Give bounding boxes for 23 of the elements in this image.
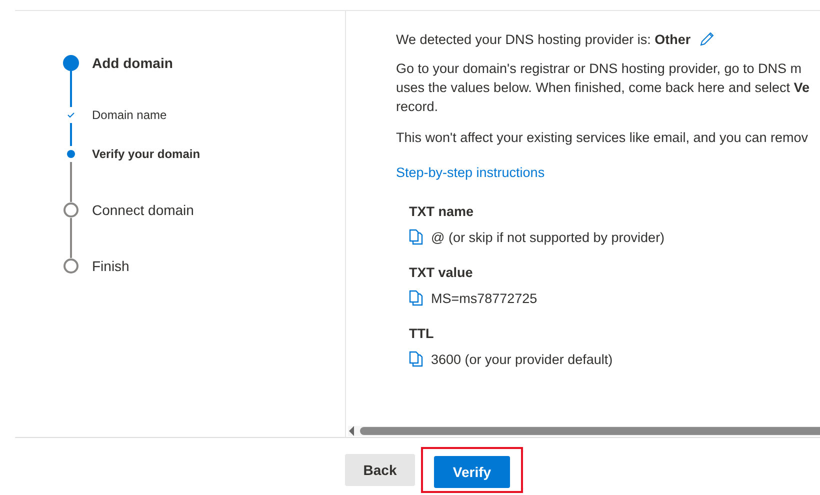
instructions-link[interactable]: Step-by-step instructions [396,165,545,180]
record-value: 3600 (or your provider default) [431,352,613,366]
provider-text: We detected your DNS hosting provider is: Other [396,32,691,46]
horizontal-scrollbar[interactable] [348,426,820,436]
edit-icon[interactable] [698,31,715,47]
step-label: Finish [92,258,130,274]
record-value: @ (or skip if not supported by provider) [431,230,665,244]
instructions-text: Go to your domain's registrar or DNS hosting provider, go to DNS m uses the values below. When finished, come back here and select Ve record. [396,60,811,116]
action-button[interactable]: Verify [434,456,510,488]
record-label: TTL [409,326,435,341]
step-label: Verify your domain [92,147,200,161]
record-value: MS=ms78772725 [431,290,538,306]
record-label: TXT name [409,204,475,219]
record-label: TXT value [409,265,474,280]
copy-icon[interactable] [409,290,423,306]
note-text: This won't affect your existing services like email, and you can remov [396,129,810,147]
step-label: Connect domain [92,202,194,218]
step-label: Add domain [92,55,173,71]
copy-icon[interactable] [409,351,423,367]
copy-icon[interactable] [409,229,423,245]
scroll-left-icon[interactable] [348,426,356,436]
action-button[interactable]: Back [345,454,415,486]
step-label: Domain name [92,108,167,122]
